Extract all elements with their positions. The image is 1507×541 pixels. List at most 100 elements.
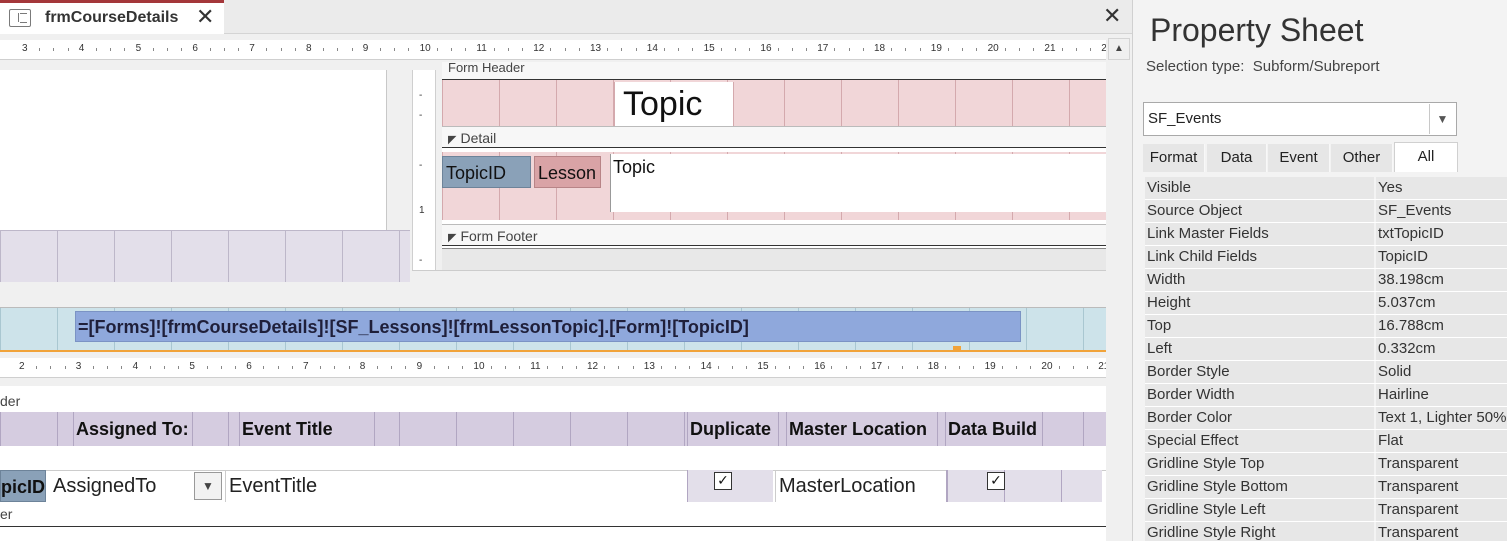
tab-all[interactable]: All — [1394, 142, 1458, 172]
property-value[interactable]: Transparent — [1376, 499, 1507, 521]
property-row[interactable]: Source Object SF_Events — [1145, 200, 1507, 223]
property-value[interactable]: 16.788cm — [1376, 315, 1507, 337]
property-value[interactable]: 38.198cm — [1376, 269, 1507, 291]
property-value[interactable]: Transparent — [1376, 453, 1507, 475]
ruler-minor-tick — [391, 366, 393, 369]
property-name: Visible — [1145, 177, 1374, 199]
subform-horizontal-scrollbar[interactable] — [412, 270, 1106, 282]
horizontal-ruler-subform[interactable]: 2 3 4 5 6 7 8 9 10 11 12 13 14 15 16 17 18 19 20 21 — [0, 358, 1106, 378]
ruler-tick-label: 15 — [703, 43, 715, 54]
property-value[interactable]: txtTopicID — [1376, 223, 1507, 245]
ruler-minor-tick — [1033, 48, 1035, 51]
assigned-to-combobox[interactable]: AssignedTo — [50, 470, 196, 502]
ruler-minor-tick — [124, 48, 126, 51]
ruler-tick-label: 6 — [246, 361, 252, 372]
form-footer-section[interactable] — [442, 248, 1106, 272]
property-row[interactable]: Gridline Style Top Transparent — [1145, 453, 1507, 476]
form-header-section[interactable] — [442, 80, 1106, 126]
property-row[interactable]: Visible Yes — [1145, 177, 1507, 200]
property-value[interactable]: Flat — [1376, 430, 1507, 452]
topicid-control[interactable]: TopicID — [442, 156, 531, 188]
master-location-header[interactable]: Master Location — [786, 412, 938, 446]
property-value[interactable]: Transparent — [1376, 476, 1507, 498]
ruler-minor-tick — [39, 48, 41, 51]
property-row[interactable]: Gridline Style Bottom Transparent — [1145, 476, 1507, 499]
topic-title-label[interactable]: Topic — [614, 82, 734, 126]
form-header-bar[interactable]: Form Header — [442, 62, 1106, 80]
property-row[interactable]: Top 16.788cm — [1145, 315, 1507, 338]
property-row[interactable]: Height 5.037cm — [1145, 292, 1507, 315]
property-value[interactable]: 0.332cm — [1376, 338, 1507, 360]
subform-sf-events[interactable]: der Assigned To: Event Title Duplicate M… — [0, 386, 1106, 541]
vertical-ruler[interactable]: - - - 1 - — [412, 70, 436, 282]
ruler-minor-tick — [774, 366, 776, 369]
duplicate-header[interactable]: Duplicate — [687, 412, 779, 446]
property-name: Gridline Style Right — [1145, 522, 1374, 541]
detail-bar[interactable]: ◤ Detail — [442, 126, 1106, 148]
tab-data[interactable]: Data — [1207, 144, 1267, 172]
scroll-up-arrow-icon[interactable]: ▲ — [1108, 38, 1130, 60]
master-location-textbox[interactable]: MasterLocation — [775, 470, 945, 502]
assigned-to-header[interactable]: Assigned To: — [73, 412, 193, 446]
tab-other[interactable]: Other — [1331, 144, 1393, 172]
property-row[interactable]: Gridline Style Right Transparent — [1145, 522, 1507, 541]
duplicate-checkbox[interactable]: ✓ — [714, 472, 732, 490]
ruler-minor-tick — [902, 366, 904, 369]
property-row[interactable]: Border Width Hairline — [1145, 384, 1507, 407]
property-row[interactable]: Link Master Fields txtTopicID — [1145, 223, 1507, 246]
selection-type-label: Selection type: — [1146, 58, 1245, 75]
property-value[interactable]: Yes — [1376, 177, 1507, 199]
ruler-minor-tick — [504, 366, 506, 369]
ruler-minor-tick — [607, 48, 609, 51]
tab-format[interactable]: Format — [1143, 144, 1205, 172]
property-row[interactable]: Left 0.332cm — [1145, 338, 1507, 361]
ruler-minor-tick — [263, 366, 265, 369]
horizontal-ruler-top[interactable]: 3 4 5 6 7 8 9 10 11 12 13 14 15 16 17 18 19 20 21 22 — [0, 40, 1106, 60]
link-expression-textbox[interactable]: =[Forms]![frmCourseDetails]![SF_Lessons]… — [75, 311, 1021, 342]
ruler-minor-tick — [53, 48, 55, 51]
document-tab-frmcoursedetails[interactable]: frmCourseDetails ✕ — [0, 0, 224, 34]
property-row[interactable]: Special Effect Flat — [1145, 430, 1507, 453]
ruler-tick-label: 16 — [760, 43, 772, 54]
property-value[interactable]: Text 1, Lighter 50% — [1376, 407, 1507, 429]
property-value[interactable]: SF_Events — [1376, 200, 1507, 222]
property-value[interactable]: Solid — [1376, 361, 1507, 383]
property-value[interactable]: Transparent — [1376, 522, 1507, 541]
ruler-minor-tick — [547, 366, 549, 369]
ruler-minor-tick — [618, 366, 620, 369]
object-selector-dropdown[interactable]: SF_Events — [1143, 102, 1457, 136]
property-row[interactable]: Border Color Text 1, Lighter 50% — [1145, 407, 1507, 430]
form-footer-bar[interactable]: ◤ Form Footer — [442, 224, 1106, 246]
ruler-minor-tick — [806, 48, 807, 51]
ruler-minor-tick — [891, 48, 893, 51]
topicid-textbox[interactable]: picID — [0, 470, 46, 502]
ruler-tick-label: 7 — [303, 361, 309, 372]
close-icon[interactable]: ✕ — [196, 6, 214, 28]
ruler-minor-tick — [1004, 48, 1006, 51]
property-row[interactable]: Border Style Solid — [1145, 361, 1507, 384]
data-build-header[interactable]: Data Build — [945, 412, 1043, 446]
ruler-minor-tick — [294, 48, 296, 51]
property-value[interactable]: TopicID — [1376, 246, 1507, 268]
property-value[interactable]: 5.037cm — [1376, 292, 1507, 314]
property-row[interactable]: Link Child Fields TopicID — [1145, 246, 1507, 269]
tab-event[interactable]: Event — [1268, 144, 1330, 172]
selection-handle[interactable] — [953, 346, 961, 351]
ruler-minor-tick — [550, 48, 552, 51]
event-title-header[interactable]: Event Title — [239, 412, 375, 446]
property-row[interactable]: Width 38.198cm — [1145, 269, 1507, 292]
ruler-tick-label: 15 — [757, 361, 769, 372]
property-name: Height — [1145, 292, 1374, 314]
chevron-down-icon[interactable]: ▼ — [1429, 104, 1455, 134]
property-row[interactable]: Gridline Style Left Transparent — [1145, 499, 1507, 522]
close-window-icon[interactable]: ✕ — [1103, 5, 1121, 27]
ruler-minor-tick — [235, 366, 236, 369]
subform-frmlessontopic[interactable]: Form Header Topic ◤ Detail TopicID Lesson… — [442, 62, 1106, 272]
ruler-minor-tick — [862, 48, 864, 51]
event-title-textbox[interactable]: EventTitle — [225, 470, 685, 502]
property-value[interactable]: Hairline — [1376, 384, 1507, 406]
topic-textbox[interactable]: Topic — [610, 154, 1106, 212]
data-build-checkbox[interactable]: ✓ — [987, 472, 1005, 490]
chevron-down-icon[interactable]: ▼ — [194, 472, 222, 500]
lesson-control[interactable]: Lesson — [534, 156, 601, 188]
